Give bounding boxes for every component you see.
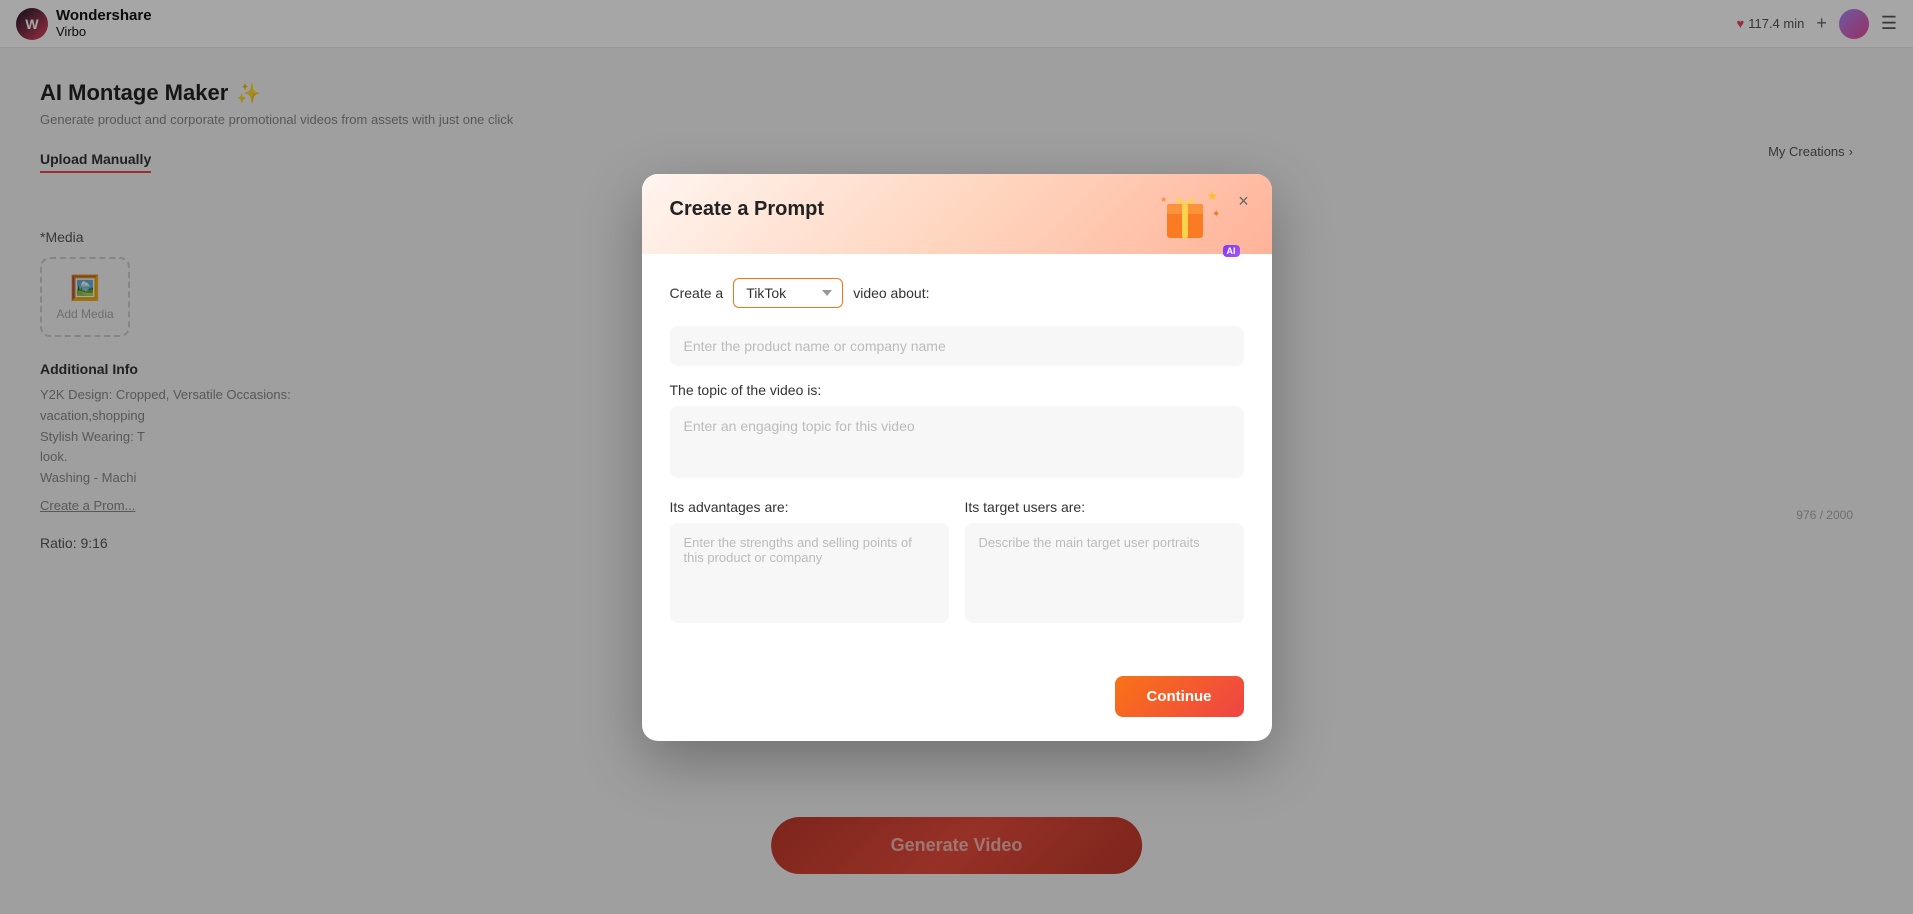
product-name-input[interactable] — [670, 326, 1244, 366]
create-prefix-label: Create a — [670, 285, 724, 301]
target-users-textarea[interactable] — [965, 523, 1244, 623]
svg-text:★: ★ — [1160, 195, 1167, 204]
modal: Create a Prompt × ★ ★ — [642, 174, 1272, 741]
target-users-section: Its target users are: — [965, 499, 1244, 628]
target-users-label: Its target users are: — [965, 499, 1244, 515]
platform-select[interactable]: TikTok YouTube Instagram Facebook — [733, 278, 843, 308]
advantages-label: Its advantages are: — [670, 499, 949, 515]
modal-header: Create a Prompt × ★ ★ — [642, 174, 1272, 254]
hero-icon-wrap: ★ ★ ✦ AI — [1152, 182, 1232, 246]
ai-promo-icon: ★ ★ ✦ AI — [1152, 182, 1232, 251]
modal-footer: Continue — [642, 664, 1272, 741]
modal-overlay: Create a Prompt × ★ ★ — [0, 0, 1913, 914]
video-about-label: video about: — [853, 285, 929, 301]
ai-badge: AI — [1223, 245, 1240, 257]
advantages-textarea[interactable] — [670, 523, 949, 623]
modal-close-button[interactable]: × — [1230, 188, 1258, 216]
advantages-section: Its advantages are: — [670, 499, 949, 628]
modal-body: Create a TikTok YouTube Instagram Facebo… — [642, 254, 1272, 664]
topic-section-label: The topic of the video is: — [670, 382, 1244, 398]
continue-button[interactable]: Continue — [1115, 676, 1244, 717]
two-col-section: Its advantages are: Its target users are… — [670, 499, 1244, 628]
create-row: Create a TikTok YouTube Instagram Facebo… — [670, 278, 1244, 308]
topic-textarea[interactable] — [670, 406, 1244, 478]
svg-text:✦: ✦ — [1212, 209, 1220, 220]
svg-text:★: ★ — [1207, 189, 1218, 203]
